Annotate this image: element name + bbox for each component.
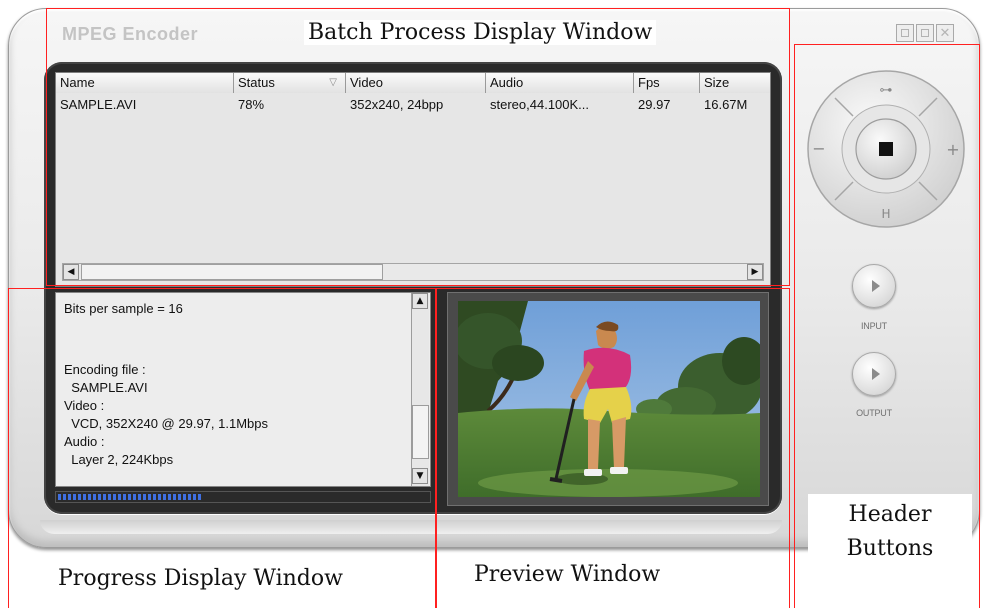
cell-status: 78% <box>238 97 265 112</box>
app-title: MPEG Encoder <box>62 24 199 44</box>
header-buttons-caption-line2: Buttons <box>846 536 934 561</box>
column-header-name[interactable]: Name <box>56 73 234 93</box>
sort-arrow-icon: ▽ <box>329 77 337 88</box>
batch-list[interactable]: Name Status ▽ Video Audio Fps Size SAMPLE… <box>55 72 771 287</box>
play-icon <box>871 280 880 292</box>
column-header-label: Name <box>60 75 95 90</box>
close-button[interactable]: ✕ <box>936 24 954 42</box>
arrow-left-icon: ◀ <box>67 267 75 277</box>
h-button[interactable]: H <box>881 207 890 221</box>
table-row[interactable]: SAMPLE.AVI 78% 352x240, 24bpp stereo,44.… <box>56 95 770 114</box>
output-button[interactable] <box>852 352 896 396</box>
encoding-progress-bar <box>55 491 431 503</box>
header-buttons-caption-line1: Header <box>848 502 932 527</box>
arrow-down-icon: ▼ <box>416 471 424 481</box>
log-line: Audio : <box>64 434 105 449</box>
bezel-shine <box>40 520 782 534</box>
preview-window-caption: Preview Window <box>474 562 661 587</box>
link-icon[interactable]: ⊶ <box>880 83 893 98</box>
scroll-right-button[interactable]: ▶ <box>747 264 763 280</box>
minus-button[interactable]: − <box>812 139 825 158</box>
header-buttons-caption: Header Buttons <box>808 494 972 574</box>
scrollbar-thumb[interactable] <box>412 405 429 459</box>
cell-size: 16.67M <box>704 97 748 112</box>
horizontal-scrollbar[interactable]: ◀ ▶ <box>62 263 764 281</box>
log-line: SAMPLE.AVI <box>64 380 148 395</box>
column-header-label: Audio <box>490 75 524 90</box>
scroll-up-button[interactable]: ▲ <box>412 293 428 309</box>
scrollbar-thumb[interactable] <box>81 264 383 280</box>
log-line: Layer 2, 224Kbps <box>64 452 174 467</box>
log-line: Encoding file : <box>64 362 146 377</box>
minimize-icon <box>901 29 909 37</box>
column-header-label: Fps <box>638 75 660 90</box>
scroll-down-button[interactable]: ▼ <box>412 468 428 484</box>
stop-icon <box>879 142 893 156</box>
plus-button[interactable]: + <box>946 140 959 159</box>
scroll-left-button[interactable]: ◀ <box>63 264 79 280</box>
input-label: INPUT <box>860 321 887 331</box>
column-header-video[interactable]: Video <box>346 73 486 93</box>
batch-window-caption: Batch Process Display Window <box>304 20 657 45</box>
maximize-icon <box>921 29 929 37</box>
log-line: Video : <box>64 398 105 413</box>
batch-list-header: Name Status ▽ Video Audio Fps Size <box>56 73 770 93</box>
video-preview-frame <box>458 301 760 497</box>
arrow-right-icon: ▶ <box>751 267 759 277</box>
progress-log[interactable]: Bits per sample = 16 Encoding file : SAM… <box>55 292 431 487</box>
arrow-up-icon: ▲ <box>416 296 424 306</box>
column-header-size[interactable]: Size <box>700 73 770 93</box>
log-line: VCD, 352X240 @ 29.97, 1.1Mbps <box>64 416 268 431</box>
column-header-status[interactable]: Status ▽ <box>234 73 346 93</box>
cell-video: 352x240, 24bpp <box>350 97 444 112</box>
play-icon <box>871 368 880 380</box>
column-header-label: Status <box>238 75 275 90</box>
close-icon: ✕ <box>939 25 951 41</box>
progress-window-caption: Progress Display Window <box>58 566 343 591</box>
maximize-button[interactable] <box>916 24 934 42</box>
minimize-button[interactable] <box>896 24 914 42</box>
window-controls: ✕ <box>896 24 954 42</box>
cell-fps: 29.97 <box>638 97 671 112</box>
cell-name: SAMPLE.AVI <box>60 97 137 112</box>
column-header-label: Video <box>350 75 384 90</box>
log-line: Bits per sample = 16 <box>64 301 183 316</box>
column-header-audio[interactable]: Audio <box>486 73 634 93</box>
log-text-area: Bits per sample = 16 Encoding file : SAM… <box>56 293 411 486</box>
transport-dial: ⊶ − + H <box>807 70 965 228</box>
vertical-scrollbar[interactable]: ▲ ▼ <box>411 293 429 486</box>
column-header-fps[interactable]: Fps <box>634 73 700 93</box>
preview-window <box>447 292 769 506</box>
progress-fill <box>58 494 202 500</box>
column-header-label: Size <box>704 75 730 90</box>
cell-audio: stereo,44.100K... <box>490 97 590 112</box>
input-button[interactable] <box>852 264 896 308</box>
output-label: OUTPUT <box>856 408 892 418</box>
